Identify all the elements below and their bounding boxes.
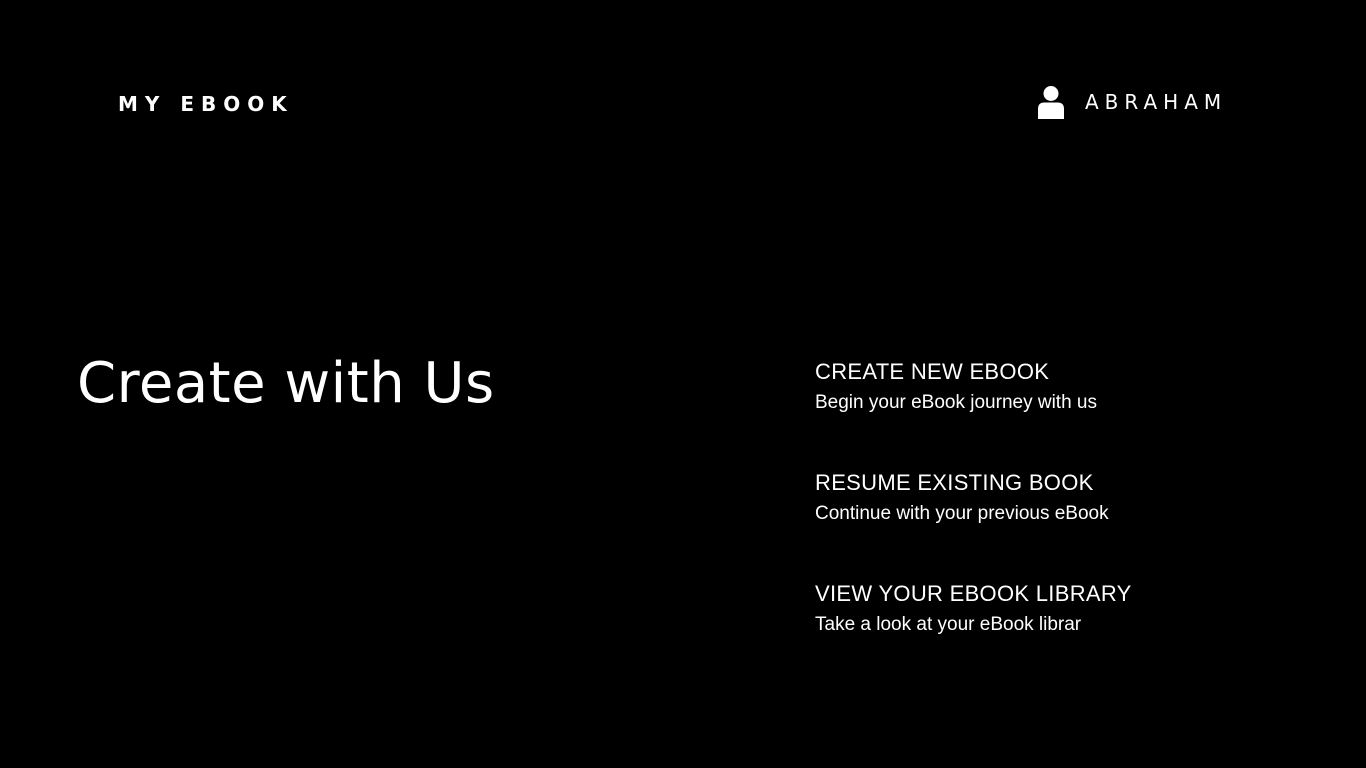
user-name: ABRAHAM xyxy=(1085,90,1228,114)
resume-existing-book-option[interactable]: RESUME EXISTING BOOK Continue with your … xyxy=(815,469,1315,580)
brand-logo[interactable]: MY EBOOK xyxy=(118,91,294,117)
user-profile-button[interactable]: ABRAHAM xyxy=(1037,84,1227,120)
user-icon xyxy=(1038,86,1064,119)
page-title: Create with Us xyxy=(77,351,495,416)
create-new-ebook-option[interactable]: CREATE NEW EBOOK Begin your eBook journe… xyxy=(815,358,1315,469)
view-ebook-library-option[interactable]: VIEW YOUR EBOOK LIBRARY Take a look at y… xyxy=(815,580,1315,691)
action-title: RESUME EXISTING BOOK xyxy=(815,470,1094,495)
action-description: Take a look at your eBook librar xyxy=(815,614,1082,635)
action-title: VIEW YOUR EBOOK LIBRARY xyxy=(815,581,1132,606)
action-description: Continue with your previous eBook xyxy=(815,503,1109,524)
action-list: CREATE NEW EBOOK Begin your eBook journe… xyxy=(815,358,1315,691)
page: MY EBOOK ABRAHAM Create with Us CREATE N… xyxy=(0,0,1366,768)
action-description: Begin your eBook journey with us xyxy=(815,392,1097,413)
action-title: CREATE NEW EBOOK xyxy=(815,359,1050,384)
